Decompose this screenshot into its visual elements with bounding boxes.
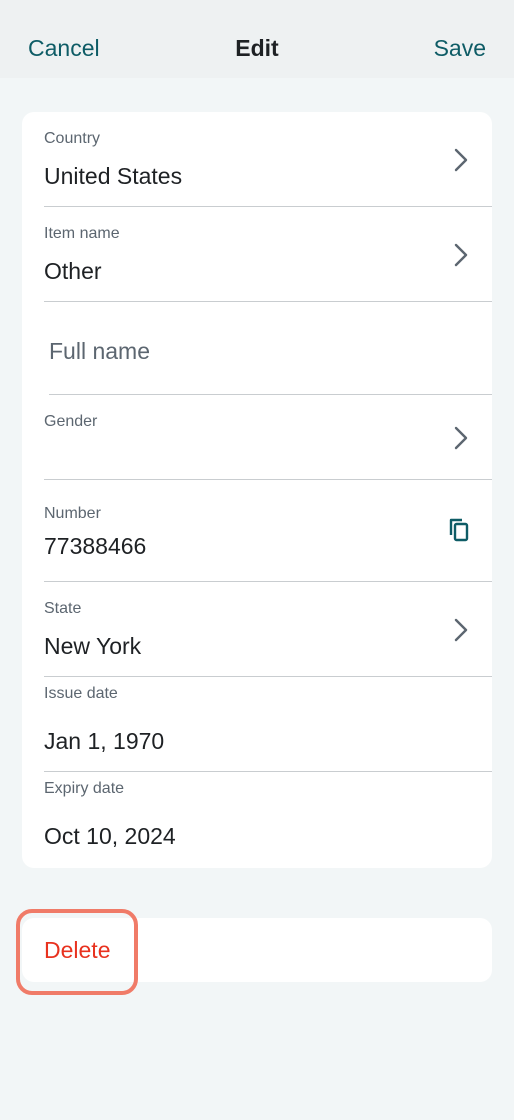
edit-form-card: Country United States Item name Other Ge… xyxy=(22,112,492,868)
state-row[interactable]: State New York xyxy=(22,582,492,677)
delete-button[interactable]: Delete xyxy=(44,937,110,964)
number-value: 77388466 xyxy=(44,533,147,559)
save-button[interactable]: Save xyxy=(434,35,486,62)
item-name-label: Item name xyxy=(44,225,120,242)
number-label: Number xyxy=(44,505,101,522)
chevron-right-icon xyxy=(454,426,468,450)
expiry-date-label: Expiry date xyxy=(44,780,125,797)
state-label: State xyxy=(44,600,82,617)
item-name-row[interactable]: Item name Other xyxy=(22,207,492,302)
number-row: Number 77388466 xyxy=(22,480,492,582)
full-name-row xyxy=(22,302,492,395)
gender-label: Gender xyxy=(44,413,98,430)
chevron-right-icon xyxy=(454,148,468,172)
expiry-date-value: Oct 10, 2024 xyxy=(44,823,176,849)
issue-date-label: Issue date xyxy=(44,685,118,702)
chevron-right-icon xyxy=(454,618,468,642)
item-name-value: Other xyxy=(44,258,102,284)
country-value: United States xyxy=(44,163,183,189)
country-row[interactable]: Country United States xyxy=(22,112,492,207)
state-value: New York xyxy=(44,633,142,659)
issue-date-row[interactable]: Issue date Jan 1, 1970 xyxy=(22,677,492,772)
country-label: Country xyxy=(44,130,101,147)
gender-row[interactable]: Gender xyxy=(22,395,492,480)
navigation-bar: Cancel Edit Save xyxy=(0,0,514,78)
full-name-input[interactable] xyxy=(49,336,449,366)
chevron-right-icon xyxy=(454,243,468,267)
expiry-date-row[interactable]: Expiry date Oct 10, 2024 xyxy=(22,772,492,868)
issue-date-value: Jan 1, 1970 xyxy=(44,728,165,754)
copy-icon[interactable] xyxy=(448,518,470,542)
